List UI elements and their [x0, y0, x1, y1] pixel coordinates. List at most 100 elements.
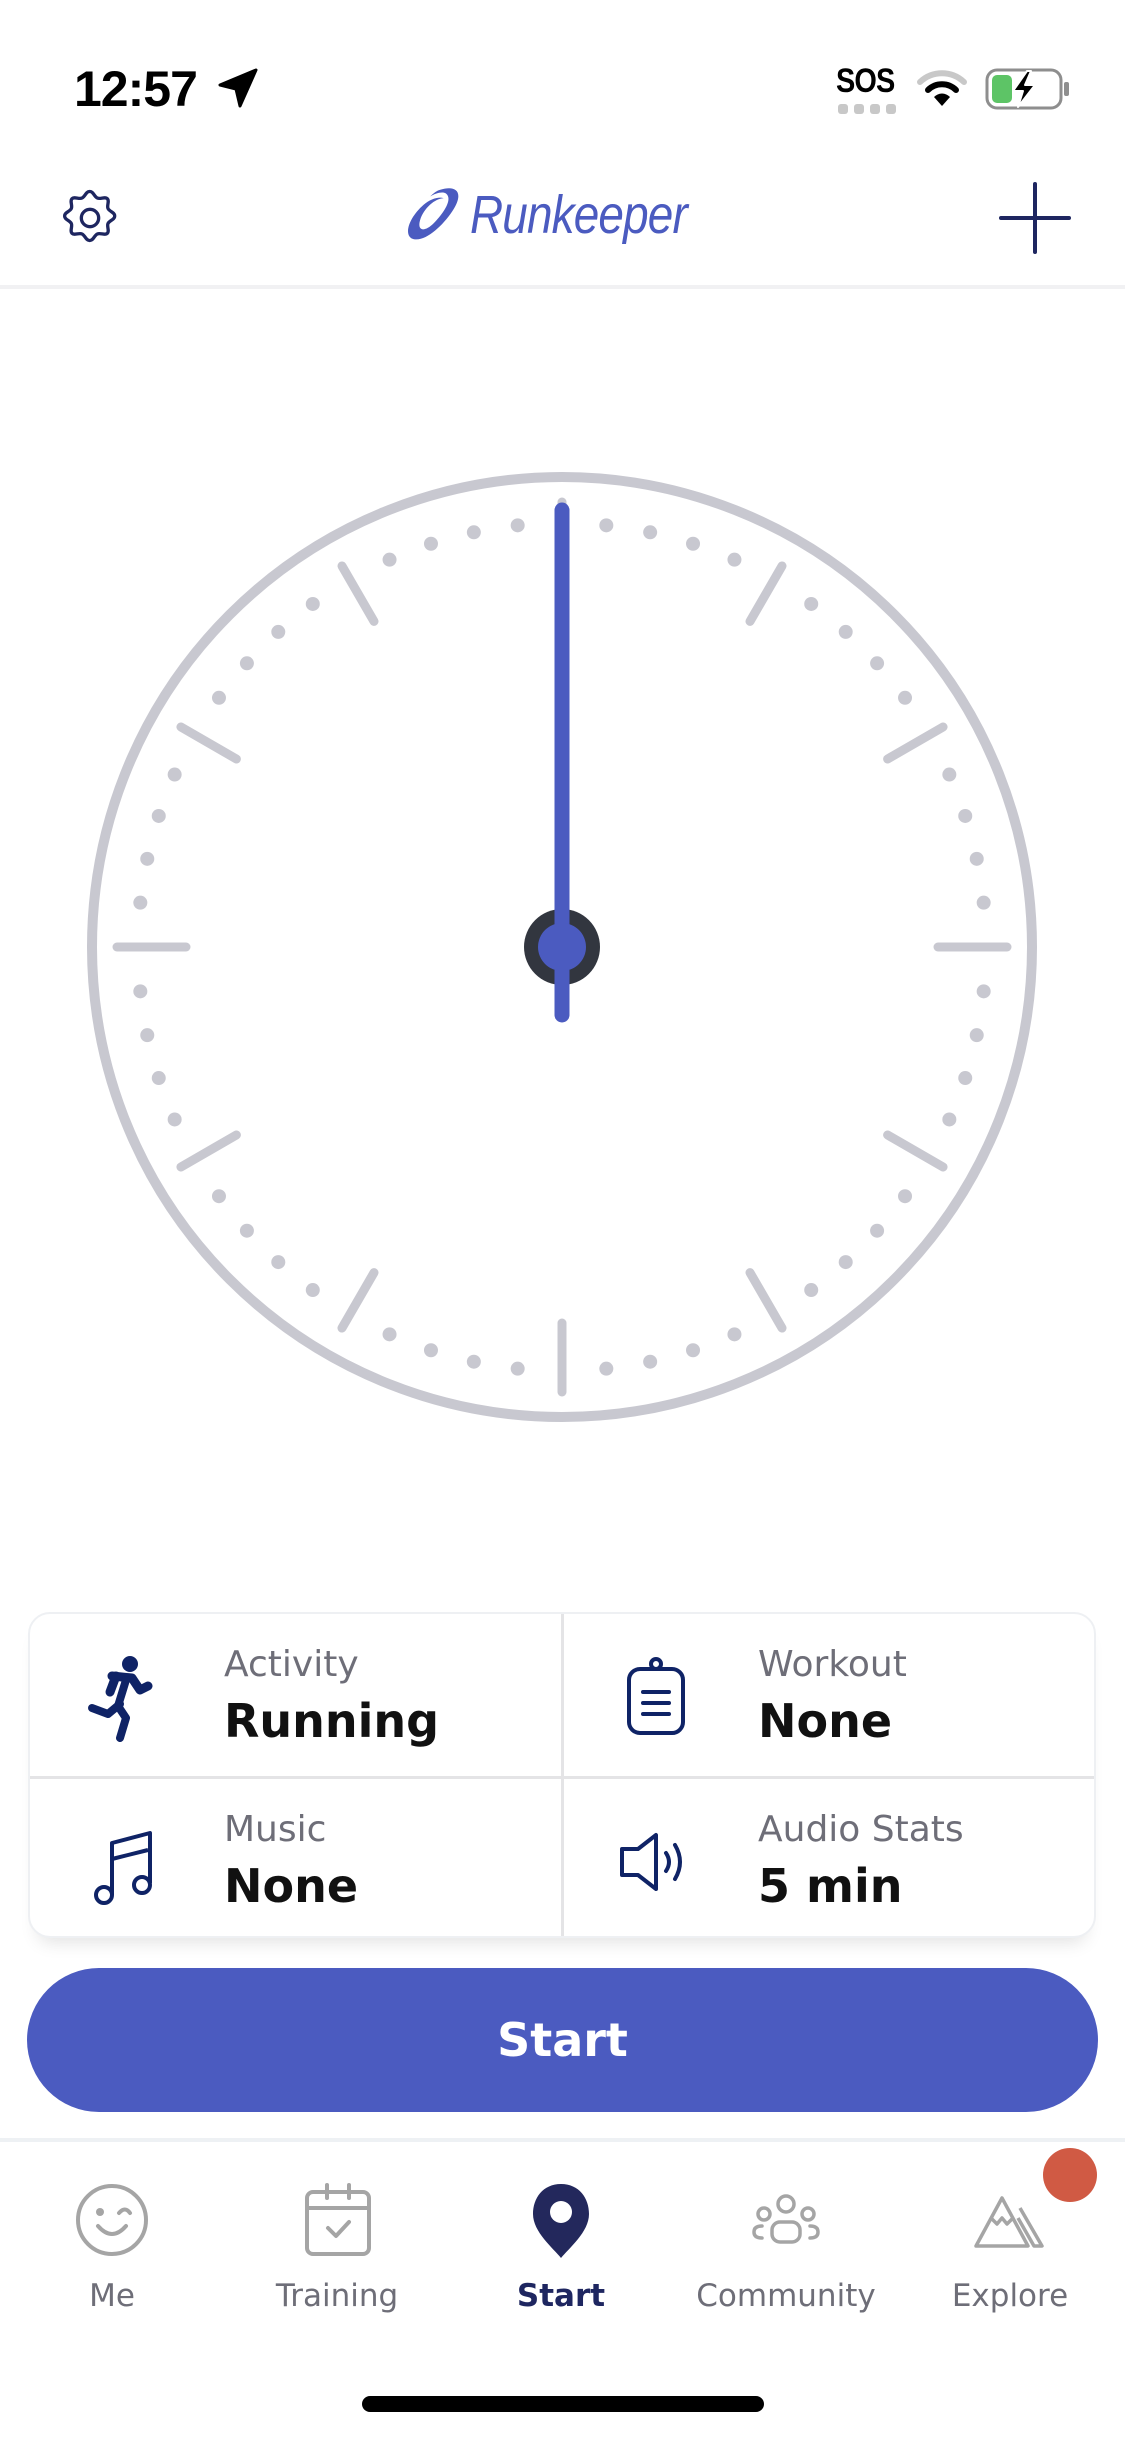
stopwatch-dial: [87, 472, 1037, 1422]
settings-button[interactable]: [50, 178, 130, 258]
dial-minute-dot: [643, 525, 658, 540]
dial-minute-dot: [211, 690, 226, 705]
logo-text: Runkeeper: [469, 185, 688, 245]
location-arrow-icon: [218, 68, 258, 108]
dial-minute-dot: [271, 1255, 286, 1270]
dial-minute-dot: [838, 624, 853, 639]
dial-hour-tick: [337, 1268, 379, 1333]
tab-explore-label: Explore: [951, 2278, 1069, 2314]
audio-stats-setting[interactable]: Audio Stats 5 min: [564, 1779, 1094, 1936]
dial-minute-dot: [942, 1112, 957, 1127]
calendar-check-icon: [305, 2183, 371, 2256]
dial-minute-dot: [643, 1354, 658, 1369]
activity-value: Running: [224, 1694, 440, 1748]
dial-minute-dot: [167, 767, 182, 782]
dial-hour-tick: [176, 1130, 241, 1172]
dial-minute-dot: [305, 596, 320, 611]
dial-minute-dot: [382, 552, 397, 567]
dial-hour-tick: [176, 722, 241, 764]
dial-minute-dot: [804, 596, 819, 611]
dial-minute-dot: [804, 1283, 819, 1298]
dial-minute-dot: [898, 690, 913, 705]
speaker-icon: [620, 1833, 682, 1891]
dial-minute-dot: [211, 1189, 226, 1204]
tab-start-label: Start: [516, 2278, 606, 2314]
signal-dots: [838, 104, 896, 114]
tab-me-label: Me: [89, 2278, 135, 2314]
dial-minute-dot: [151, 1071, 166, 1086]
activity-label: Activity: [224, 1644, 359, 1685]
map-pin-icon: [533, 2184, 589, 2258]
tab-training[interactable]: Training: [237, 2150, 437, 2350]
dial-minute-dot: [151, 808, 166, 823]
people-group-icon: [752, 2194, 820, 2244]
dial-hour-tick: [337, 561, 379, 626]
dial-minute-dot: [140, 851, 155, 866]
dial-minute-dot: [423, 536, 438, 551]
tab-start[interactable]: Start: [461, 2150, 661, 2350]
music-setting[interactable]: Music None: [30, 1779, 561, 1936]
dial-minute-dot: [133, 895, 148, 910]
mountain-icon: [974, 2196, 1044, 2248]
dial-minute-dot: [423, 1343, 438, 1358]
dial-minute-dot: [271, 624, 286, 639]
tab-community[interactable]: Community: [686, 2150, 886, 2350]
dial-minute-dot: [239, 656, 254, 671]
battery-charging-icon: [985, 68, 1069, 110]
dial-minute-dot: [599, 1361, 614, 1376]
dial-minute-dot: [466, 525, 481, 540]
dial-hour-tick: [745, 1268, 787, 1333]
dial-minute-dot: [305, 1283, 320, 1298]
wink-face-icon: [76, 2184, 148, 2256]
status-time: 12:57: [74, 61, 198, 117]
dial-minute-dot: [599, 518, 614, 533]
dial-minute-dot: [838, 1255, 853, 1270]
dial-minute-dot: [510, 1361, 525, 1376]
dial-minute-dot: [870, 656, 885, 671]
workout-value: None: [758, 1694, 893, 1748]
tab-me[interactable]: Me: [12, 2150, 212, 2350]
dial-minute-dot: [727, 1327, 742, 1342]
running-icon: [88, 1656, 153, 1742]
dial-minute-dot: [167, 1112, 182, 1127]
music-note-icon: [94, 1831, 152, 1905]
music-value: None: [224, 1859, 359, 1913]
activity-setting[interactable]: Activity Running: [30, 1614, 561, 1776]
gear-icon: [63, 189, 117, 243]
audio-stats-label: Audio Stats: [758, 1809, 964, 1850]
start-button[interactable]: Start: [27, 1968, 1098, 2112]
dial-minute-dot: [958, 1071, 973, 1086]
dial-minute-dot: [686, 1343, 701, 1358]
dial-minute-dot: [976, 895, 991, 910]
wifi-icon: [917, 70, 967, 106]
runkeeper-logo: Runkeeper: [405, 170, 725, 260]
dial-minute-dot: [510, 518, 525, 533]
workout-setting[interactable]: Workout None: [564, 1614, 1094, 1776]
music-label: Music: [224, 1809, 327, 1850]
carrier-sos-text: SOS: [836, 62, 895, 100]
dial-minute-dot: [969, 851, 984, 866]
dial-minute-dot: [239, 1223, 254, 1238]
dial-minute-dot: [382, 1327, 397, 1342]
plus-icon: [999, 182, 1071, 254]
dial-minute-dot: [898, 1189, 913, 1204]
tab-community-label: Community: [696, 2278, 876, 2314]
tab-training-label: Training: [275, 2278, 399, 2314]
audio-stats-value: 5 min: [758, 1859, 903, 1913]
dial-minute-dot: [969, 1028, 984, 1043]
dial-minute-dot: [976, 984, 991, 999]
dial-minute-dot: [870, 1223, 885, 1238]
dial-hub-inner: [538, 923, 586, 971]
dial-minute-dot: [140, 1028, 155, 1043]
explore-notification-badge: [1043, 2148, 1097, 2202]
dial-minute-dot: [686, 536, 701, 551]
clipboard-icon: [627, 1657, 685, 1735]
add-activity-button[interactable]: [995, 178, 1075, 258]
dial-minute-dot: [958, 808, 973, 823]
dial-hour-tick: [745, 561, 787, 626]
dial-hour-tick: [883, 722, 948, 764]
home-indicator[interactable]: [362, 2396, 764, 2412]
dial-minute-dot: [133, 984, 148, 999]
workout-label: Workout: [758, 1644, 907, 1685]
workout-settings-card: Activity Running Workout None Music None: [28, 1612, 1096, 1938]
